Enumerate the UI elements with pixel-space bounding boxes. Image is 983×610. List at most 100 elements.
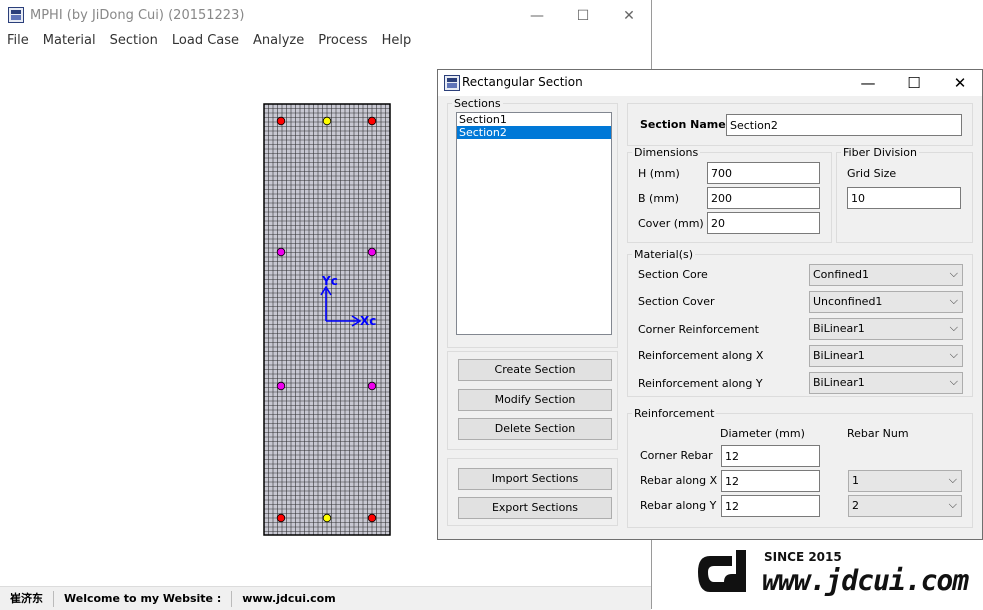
cover-label: Cover (mm)	[638, 217, 704, 230]
section-cover-value: Unconfined1	[813, 295, 883, 308]
logo-since-text: SINCE 2015	[764, 550, 842, 564]
h-label: H (mm)	[638, 167, 680, 180]
chevron-down-icon: ⌵	[948, 473, 957, 486]
reinforcement-x-value: BiLinear1	[813, 349, 865, 362]
chevron-down-icon: ⌵	[949, 267, 958, 280]
section-name-label: Section Name	[640, 118, 726, 131]
rebar-x-label: Rebar along X	[640, 474, 718, 487]
dimensions-group-label: Dimensions	[632, 146, 701, 159]
rebar-num-header: Rebar Num	[847, 427, 909, 440]
list-item-section1[interactable]: Section1	[457, 113, 611, 126]
b-field[interactable]	[707, 187, 820, 209]
corner-rebar	[276, 116, 286, 126]
rebar-y-num-value: 2	[852, 499, 859, 512]
export-sections-button[interactable]: Export Sections	[458, 497, 612, 519]
app-icon	[8, 7, 24, 23]
status-bar: 崔济东 Welcome to my Website : www.jdcui.co…	[0, 586, 651, 610]
minimize-button[interactable]: —	[514, 0, 560, 31]
dimensions-group: Dimensions H (mm) B (mm) Cover (mm)	[627, 146, 832, 243]
rebar-x-num-select[interactable]: 1 ⌵	[848, 470, 962, 492]
x-axis-label: Xc	[360, 314, 376, 328]
materials-group-label: Material(s)	[632, 248, 696, 261]
close-button[interactable]: ✕	[606, 0, 652, 31]
sections-list[interactable]: Section1 Section2	[456, 112, 612, 335]
chevron-down-icon: ⌵	[949, 294, 958, 307]
chevron-down-icon: ⌵	[949, 348, 958, 361]
sections-group-label: Sections	[452, 97, 503, 110]
reinforcement-x-select[interactable]: BiLinear1 ⌵	[809, 345, 963, 367]
rebar-along-x	[322, 116, 332, 126]
rebar-along-y	[367, 381, 377, 391]
dialog-app-icon	[444, 75, 460, 91]
corner-rebar	[367, 513, 377, 523]
chevron-down-icon: ⌵	[949, 375, 958, 388]
rebar-y-diameter-field[interactable]	[721, 495, 820, 517]
fiber-division-group-label: Fiber Division	[841, 146, 919, 159]
dialog-close-button[interactable]: ✕	[937, 70, 983, 96]
section-cover-label: Section Cover	[638, 295, 715, 308]
chevron-down-icon: ⌵	[948, 498, 957, 511]
modify-section-button[interactable]: Modify Section	[458, 389, 612, 411]
reinforcement-group-label: Reinforcement	[632, 407, 717, 420]
grid-size-field[interactable]	[847, 187, 961, 209]
h-field[interactable]	[707, 162, 820, 184]
section-core-select[interactable]: Confined1 ⌵	[809, 264, 963, 286]
fiber-division-group: Fiber Division Grid Size	[836, 146, 973, 243]
section-core-label: Section Core	[638, 268, 708, 281]
corner-reinforcement-label: Corner Reinforcement	[638, 323, 759, 336]
rebar-along-y	[276, 247, 286, 257]
grid-size-label: Grid Size	[847, 167, 897, 180]
import-sections-button[interactable]: Import Sections	[458, 468, 612, 490]
status-website[interactable]: www.jdcui.com	[232, 591, 345, 607]
section-core-value: Confined1	[813, 268, 870, 281]
section-cover-select[interactable]: Unconfined1 ⌵	[809, 291, 963, 313]
reinforcement-y-value: BiLinear1	[813, 376, 865, 389]
rebar-along-y	[367, 247, 377, 257]
section-actions-group: Create Section Modify Section Delete Sec…	[447, 351, 618, 450]
corner-rebar	[276, 513, 286, 523]
window-title: MPHI (by JiDong Cui) (20151223)	[30, 8, 245, 23]
menu-help[interactable]: Help	[375, 31, 419, 50]
create-section-button[interactable]: Create Section	[458, 359, 612, 381]
dialog-maximize-button[interactable]: ☐	[891, 70, 937, 96]
corner-rebar-diameter-field[interactable]	[721, 445, 820, 467]
status-welcome: Welcome to my Website :	[54, 590, 233, 607]
logo-url-text: www.jdcui.com	[762, 564, 969, 597]
reinforcement-y-select[interactable]: BiLinear1 ⌵	[809, 372, 963, 394]
rectangular-section-dialog: Rectangular Section — ☐ ✕ Sections Secti…	[437, 69, 983, 540]
cover-field[interactable]	[707, 212, 820, 234]
cd-logo-icon	[698, 550, 746, 592]
rebar-x-diameter-field[interactable]	[721, 470, 820, 492]
status-author: 崔济东	[0, 590, 54, 607]
delete-section-button[interactable]: Delete Section	[458, 418, 612, 440]
menu-section[interactable]: Section	[103, 31, 165, 50]
main-titlebar: MPHI (by JiDong Cui) (20151223) — ☐ ✕	[0, 0, 651, 31]
dialog-titlebar: Rectangular Section — ☐ ✕	[438, 70, 982, 96]
menu-material[interactable]: Material	[36, 31, 103, 50]
section-name-group: Section Name	[627, 103, 973, 146]
rebar-y-num-select[interactable]: 2 ⌵	[848, 495, 962, 517]
corner-reinforcement-value: BiLinear1	[813, 322, 865, 335]
diameter-header: Diameter (mm)	[720, 427, 805, 440]
chevron-down-icon: ⌵	[949, 321, 958, 334]
corner-rebar-label: Corner Rebar	[640, 449, 713, 462]
corner-rebar	[367, 116, 377, 126]
corner-reinforcement-select[interactable]: BiLinear1 ⌵	[809, 318, 963, 340]
reinforcement-group: Reinforcement Diameter (mm) Rebar Num Co…	[627, 407, 973, 528]
rebar-along-x	[322, 513, 332, 523]
menu-load-case[interactable]: Load Case	[165, 31, 246, 50]
section-drawing: Yc Xc	[263, 103, 391, 536]
menu-analyze[interactable]: Analyze	[246, 31, 311, 50]
rebar-along-y	[276, 381, 286, 391]
sections-group: Sections Section1 Section2	[447, 97, 618, 348]
section-name-field[interactable]	[726, 114, 962, 136]
reinforcement-x-label: Reinforcement along X	[638, 349, 764, 362]
menu-process[interactable]: Process	[311, 31, 374, 50]
jdcui-logo: SINCE 2015 www.jdcui.com	[696, 546, 983, 609]
dialog-title: Rectangular Section	[462, 75, 583, 89]
menu-file[interactable]: File	[0, 31, 36, 50]
list-item-section2[interactable]: Section2	[457, 126, 611, 139]
maximize-button[interactable]: ☐	[560, 0, 606, 31]
dialog-minimize-button[interactable]: —	[845, 70, 891, 96]
rebar-y-label: Rebar along Y	[640, 499, 717, 512]
